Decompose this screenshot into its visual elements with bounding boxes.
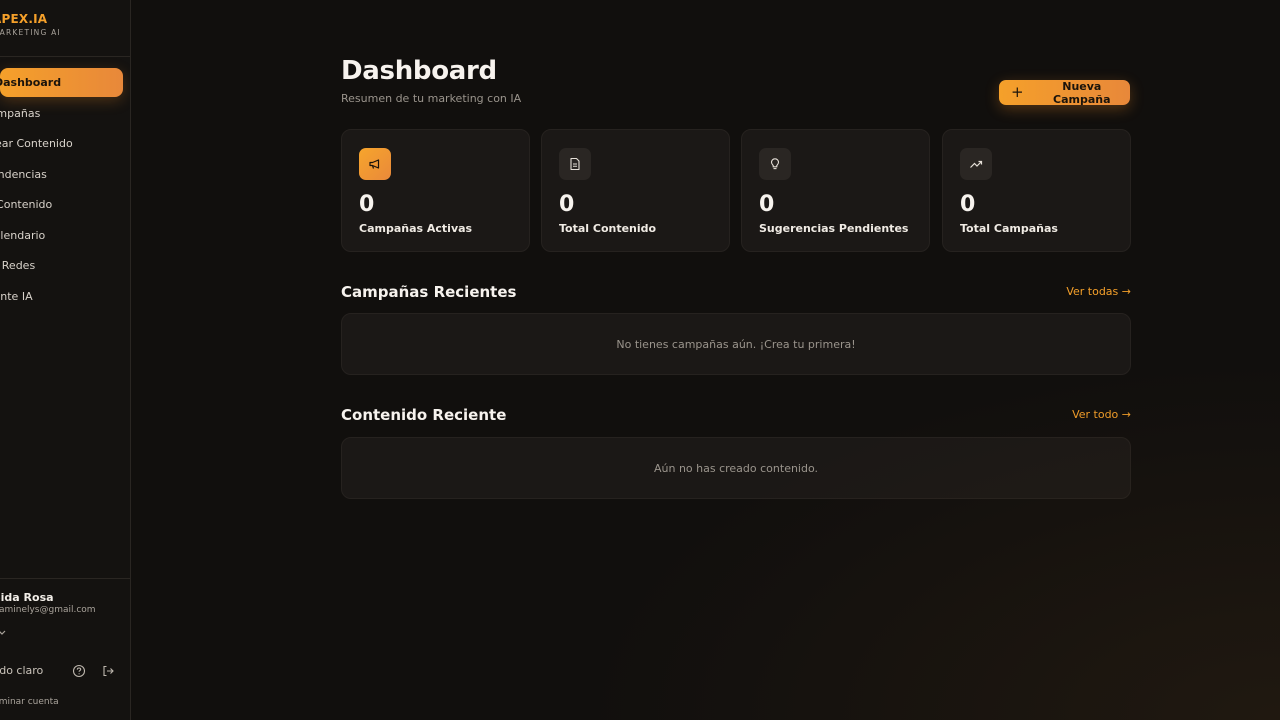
stat-label: Total Contenido <box>559 222 657 235</box>
page-subtitle: Resumen de tu marketing con IA <box>341 92 522 105</box>
sidebar-item-my-content[interactable]: Mi Contenido <box>0 190 130 220</box>
sidebar-item-label: Dashboard <box>0 76 62 89</box>
sidebar-item-label: Mis Redes <box>0 259 36 272</box>
stat-card-active-campaigns: 0 Campañas Activas <box>341 129 530 252</box>
sidebar-item-label: Calendario <box>0 228 46 242</box>
main-content: Dashboard Resumen de tu marketing con IA… <box>341 0 1131 720</box>
user-name: Oneida Rosa <box>0 591 54 604</box>
stat-label: Sugerencias Pendientes <box>759 222 909 235</box>
chevron-down-icon[interactable] <box>0 628 6 639</box>
trending-up-icon <box>960 148 992 180</box>
recent-campaigns-empty: No tienes campañas aún. ¡Crea tu primera… <box>341 313 1131 375</box>
sidebar-item-dashboard[interactable]: Dashboard <box>0 68 123 97</box>
sidebar-item-my-networks[interactable]: Mis Redes <box>0 251 130 281</box>
sidebar-nav: Dashboard Campañas Crear Contenido Tende… <box>0 68 130 312</box>
divider <box>0 56 130 57</box>
sidebar: APEX.IA MARKETING AI Dashboard Campañas … <box>0 0 131 720</box>
stats-grid: 0 Campañas Activas 0 Total Contenido 0 S… <box>341 129 1131 252</box>
sidebar-item-label: Crear Contenido <box>0 137 73 150</box>
brand[interactable]: APEX.IA MARKETING AI <box>0 12 130 56</box>
lightbulb-icon <box>759 148 791 180</box>
view-all-content-link[interactable]: Ver todo → <box>1072 408 1131 421</box>
stat-value: 0 <box>559 192 575 217</box>
sidebar-item-campaigns[interactable]: Campañas <box>0 99 130 129</box>
stat-label: Campañas Activas <box>359 222 473 235</box>
stat-value: 0 <box>960 192 976 217</box>
help-icon[interactable] <box>72 663 86 678</box>
stat-value: 0 <box>359 192 375 217</box>
brand-tagline: MARKETING AI <box>0 28 61 37</box>
new-campaign-button[interactable]: + Nueva Campaña <box>999 79 1130 106</box>
plus-icon: + <box>1011 83 1024 101</box>
theme-toggle[interactable]: Modo claro <box>0 664 43 677</box>
recent-campaigns-title: Campañas Recientes <box>341 283 517 301</box>
sidebar-item-label: Agente IA <box>0 289 33 303</box>
stat-label: Total Campañas <box>960 222 1058 235</box>
recent-content-title: Contenido Reciente <box>341 406 507 424</box>
stat-card-pending-suggestions: 0 Sugerencias Pendientes <box>741 129 930 252</box>
megaphone-icon <box>359 148 391 180</box>
view-all-campaigns-link[interactable]: Ver todas → <box>1066 285 1131 298</box>
document-icon <box>559 148 591 180</box>
sidebar-item-create-content[interactable]: Crear Contenido <box>0 129 130 159</box>
sidebar-item-label: Tendencias <box>0 167 47 181</box>
stat-value: 0 <box>759 192 775 217</box>
sidebar-item-calendar[interactable]: Calendario <box>0 221 130 251</box>
page-title: Dashboard <box>341 56 497 86</box>
sidebar-item-ai-agent[interactable]: Agente IA <box>0 282 130 312</box>
new-campaign-label: Nueva Campaña <box>1053 79 1111 106</box>
stat-card-total-content: 0 Total Contenido <box>541 129 730 252</box>
user-email: oneidaminelys@gmail.com <box>0 605 96 615</box>
sidebar-item-label: Mi Contenido <box>0 198 53 211</box>
sidebar-item-label: Campañas <box>0 106 41 120</box>
stat-card-total-campaigns: 0 Total Campañas <box>942 129 1131 252</box>
sidebar-item-trends[interactable]: Tendencias <box>0 160 130 190</box>
brand-name: APEX.IA <box>0 12 48 26</box>
delete-account-link[interactable]: Eliminar cuenta <box>0 697 59 707</box>
divider <box>0 578 130 579</box>
recent-content-empty: Aún no has creado contenido. <box>341 437 1131 499</box>
logout-icon[interactable] <box>101 663 115 677</box>
